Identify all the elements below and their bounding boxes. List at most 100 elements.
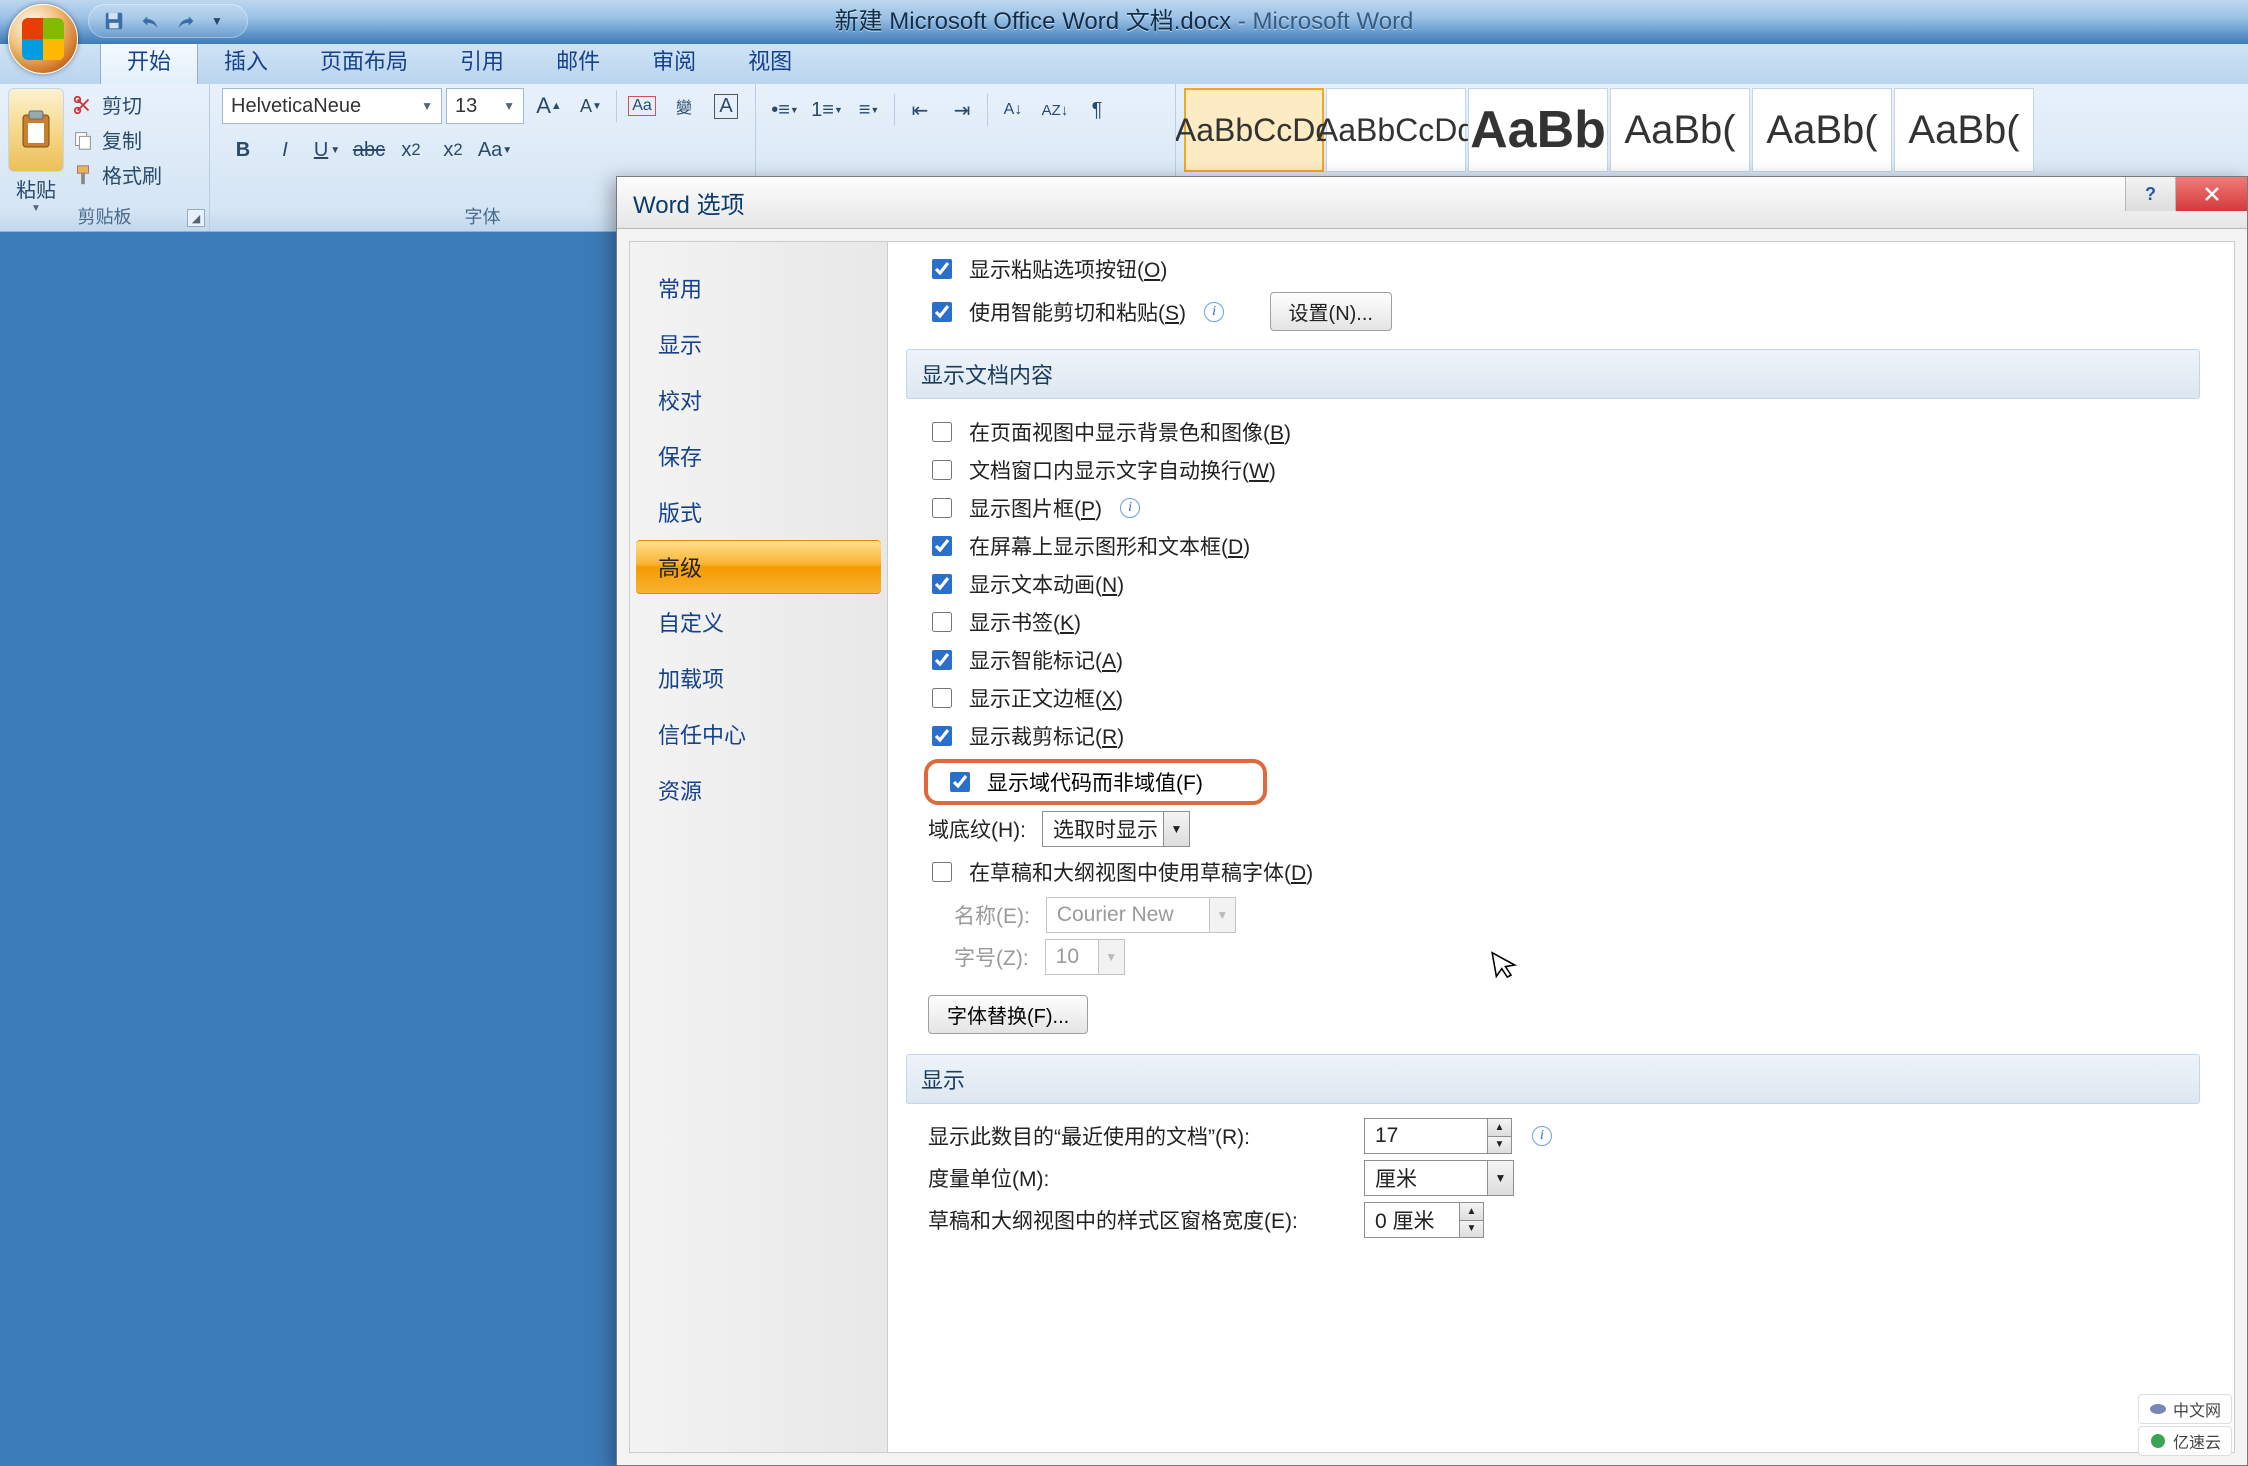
style-item-normal[interactable]: AaBbCcDd [1184, 88, 1324, 172]
nav-format[interactable]: 版式 [630, 484, 887, 540]
decrease-indent-button[interactable]: ⇤ [899, 92, 941, 128]
show-marks-button[interactable]: ¶ [1076, 92, 1118, 128]
recent-docs-label: 显示此数目的“最近使用的文档”(R): [928, 1121, 1348, 1151]
change-case-button[interactable]: Aa▼ [474, 132, 516, 168]
style-item-heading1[interactable]: AaBb [1468, 88, 1608, 172]
clear-format-button[interactable]: Aa [621, 88, 663, 124]
opt-draw-text: 在屏幕上显示图形和文本框(D) [906, 527, 2200, 565]
checkbox-pic-frame[interactable] [932, 498, 952, 518]
checkbox-bookmark[interactable] [932, 612, 952, 632]
subscript-button[interactable]: x2 [390, 132, 432, 168]
clipboard-dialog-launcher[interactable]: ◢ [187, 209, 205, 227]
field-shading-row: 域底纹(H): 选取时显示▼ [906, 811, 2200, 847]
spin-up-icon[interactable]: ▲ [1460, 1203, 1483, 1221]
dialog-content[interactable]: 显示粘贴选项按钮(O) 使用智能剪切和粘贴(S) i 设置(N)... 显示文档… [888, 242, 2234, 1452]
dialog-close-button[interactable] [2175, 177, 2247, 211]
spin-up-icon[interactable]: ▲ [1488, 1119, 1511, 1137]
save-icon[interactable] [103, 10, 125, 32]
recent-docs-spinner[interactable]: 17▲▼ [1364, 1118, 1512, 1154]
font-name-combo[interactable]: HelveticaNeue▼ [222, 88, 442, 124]
php-logo-icon [2149, 1400, 2167, 1418]
opt-smart-cutpaste: 使用智能剪切和粘贴(S) i 设置(N)... [906, 288, 2200, 335]
copy-button[interactable]: 复制 [72, 125, 162, 154]
cut-button[interactable]: 剪切 [72, 90, 162, 119]
checkbox-text-border[interactable] [932, 688, 952, 708]
sort-button2[interactable]: AZ↓ [1034, 92, 1076, 128]
window-titlebar: ▼ 新建 Microsoft Office Word 文档.docx - Mic… [0, 0, 2248, 44]
opt-pic-frame: 显示图片框(P) i [906, 489, 2200, 527]
char-border-button[interactable]: A [705, 88, 747, 124]
chevron-down-icon: ▼ [503, 99, 515, 113]
opt-text-anim: 显示文本动画(N) [906, 565, 2200, 603]
dialog-nav: 常用 显示 校对 保存 版式 高级 自定义 加载项 信任中心 资源 [630, 242, 888, 1452]
unit-label: 度量单位(M): [928, 1163, 1348, 1193]
shrink-font-button[interactable]: A▼ [570, 88, 612, 124]
font-size-combo[interactable]: 13▼ [446, 88, 524, 124]
paste-label: 粘贴 [16, 174, 56, 203]
unit-combo[interactable]: 厘米▼ [1364, 1160, 1514, 1196]
nav-resources[interactable]: 资源 [630, 762, 887, 818]
nav-advanced[interactable]: 高级 [636, 540, 881, 594]
format-painter-button[interactable]: 格式刷 [72, 160, 162, 189]
superscript-button[interactable]: x2 [432, 132, 474, 168]
checkbox-paste-options[interactable] [932, 259, 952, 279]
draft-font-size-row: 字号(Z): 10▼ [906, 939, 2200, 975]
nav-addins[interactable]: 加载项 [630, 650, 887, 706]
style-item-title[interactable]: AaBb( [1752, 88, 1892, 172]
chevron-down-icon: ▼ [1163, 812, 1189, 846]
italic-button[interactable]: I [264, 132, 306, 168]
style-item-nospacing[interactable]: AaBbCcDd [1326, 88, 1466, 172]
nav-customize[interactable]: 自定义 [630, 594, 887, 650]
spin-down-icon[interactable]: ▼ [1488, 1137, 1511, 1154]
checkbox-bg-image[interactable] [932, 422, 952, 442]
nav-general[interactable]: 常用 [630, 260, 887, 316]
checkbox-draw-text[interactable] [932, 536, 952, 556]
multilevel-button[interactable]: ≡▼ [848, 92, 890, 128]
checkbox-wrap[interactable] [932, 460, 952, 480]
info-icon[interactable]: i [1120, 498, 1140, 518]
nav-save[interactable]: 保存 [630, 428, 887, 484]
checkbox-smart-tag[interactable] [932, 650, 952, 670]
opt-field-codes-highlighted: 显示域代码而非域值(F) [924, 759, 1267, 805]
checkbox-crop-marks[interactable] [932, 726, 952, 746]
checkbox-smart-cutpaste[interactable] [932, 302, 952, 322]
phonetic-guide-button[interactable]: 變 [663, 88, 705, 124]
bullets-button[interactable]: •≡▼ [764, 92, 806, 128]
info-icon[interactable]: i [1204, 302, 1224, 322]
font-substitution-button[interactable]: 字体替换(F)... [928, 995, 1088, 1034]
underline-button[interactable]: U▼ [306, 132, 348, 168]
nav-trust[interactable]: 信任中心 [630, 706, 887, 762]
redo-icon[interactable] [175, 10, 197, 32]
office-button[interactable] [8, 4, 78, 74]
nav-display[interactable]: 显示 [630, 316, 887, 372]
undo-icon[interactable] [139, 10, 161, 32]
info-icon[interactable]: i [1532, 1126, 1552, 1146]
settings-button[interactable]: 设置(N)... [1270, 292, 1392, 331]
grow-font-button[interactable]: A▲ [528, 88, 570, 124]
paste-button[interactable] [8, 88, 64, 172]
style-area-spinner[interactable]: 0 厘米▲▼ [1364, 1202, 1484, 1238]
sort-button[interactable]: A↓ [992, 92, 1034, 128]
checkbox-draft-font[interactable] [932, 862, 952, 882]
copy-icon [72, 129, 94, 151]
checkbox-field-codes[interactable] [950, 772, 970, 792]
increase-indent-button[interactable]: ⇥ [941, 92, 983, 128]
chevron-down-icon: ▼ [421, 99, 433, 113]
word-options-dialog: Word 选项 ? 常用 显示 校对 保存 版式 高级 自定义 加载项 信任中心… [616, 176, 2248, 1466]
style-item-subtitle[interactable]: AaBb( [1894, 88, 2034, 172]
qat-dropdown-icon[interactable]: ▼ [211, 14, 223, 28]
dialog-help-button[interactable]: ? [2125, 177, 2175, 211]
field-shading-label: 域底纹(H): [928, 814, 1026, 844]
bold-button[interactable]: B [222, 132, 264, 168]
checkbox-text-anim[interactable] [932, 574, 952, 594]
field-shading-combo[interactable]: 选取时显示▼ [1042, 811, 1190, 847]
opt-paste-options: 显示粘贴选项按钮(O) [906, 250, 2200, 288]
style-item-heading2[interactable]: AaBb( [1610, 88, 1750, 172]
numbering-button[interactable]: 1≡▼ [806, 92, 848, 128]
recent-docs-row: 显示此数目的“最近使用的文档”(R): 17▲▼ i [906, 1118, 2200, 1154]
spin-down-icon[interactable]: ▼ [1460, 1221, 1483, 1238]
group-clipboard-label: 剪贴板 [0, 203, 209, 229]
strikethrough-button[interactable]: abc [348, 132, 390, 168]
nav-proofing[interactable]: 校对 [630, 372, 887, 428]
scissors-icon [72, 94, 94, 116]
